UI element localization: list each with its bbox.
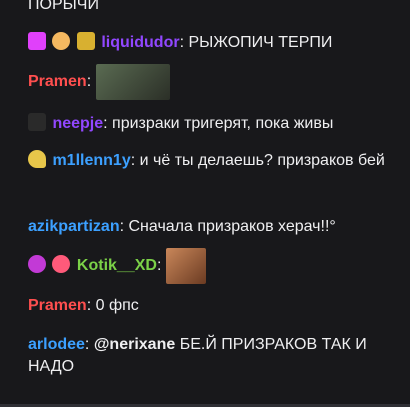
message-text: ПОРЫЧИ	[28, 0, 99, 13]
chat-message: ПОРЫЧИ	[28, 0, 402, 16]
chat-message: Pramen:	[28, 64, 402, 100]
heart-badge-icon[interactable]	[52, 255, 71, 274]
chat-message: m1llenn1y: и чё ты делаешь? призраков бе…	[28, 150, 402, 172]
gnome-badge-icon[interactable]	[52, 32, 71, 50]
crown-badge-icon[interactable]	[76, 32, 95, 50]
gift-badge-icon[interactable]	[28, 255, 46, 274]
banana-badge-icon[interactable]	[28, 150, 46, 168]
username-neepje[interactable]: neepje	[52, 115, 103, 132]
chat-panel: ПОРЫЧИ liquidudor: РЫЖОПИЧ ТЕРПИ Pramen:…	[0, 0, 410, 407]
username-m1llenn1y[interactable]: m1llenn1y	[52, 152, 130, 169]
emote-image[interactable]	[165, 248, 206, 284]
chat-message: liquidudor: РЫЖОПИЧ ТЕРПИ	[28, 32, 402, 54]
message-text: и чё ты делаешь? призраков бей	[139, 152, 385, 169]
message-text: призраки тригерят, пока живы	[112, 115, 334, 132]
username-azikpartizan[interactable]: azikpartizan	[28, 218, 120, 235]
username-arlodee[interactable]: arlodee	[28, 336, 85, 353]
mention[interactable]: @nerixane	[94, 336, 175, 353]
username-pramen[interactable]: Pramen	[28, 73, 87, 90]
chat-message: Kotik__XD:	[28, 248, 402, 284]
username-liquidudor[interactable]: liquidudor	[101, 34, 179, 51]
message-text: Сначала призраков херач!!°	[128, 218, 336, 235]
diamond-badge-icon[interactable]	[28, 32, 46, 50]
message-text: 0 фпс	[95, 297, 139, 314]
chat-message: Pramen: 0 фпс	[28, 297, 139, 314]
year-badge-icon[interactable]	[28, 113, 46, 131]
chat-message: azikpartizan: Сначала призраков херач!!°	[28, 218, 336, 235]
chat-message: neepje: призраки тригерят, пока живы	[28, 113, 402, 135]
username-pramen[interactable]: Pramen	[28, 297, 87, 314]
message-text: РЫЖОПИЧ ТЕРПИ	[188, 34, 333, 51]
chat-message: arlodee: @nerixane БЕ.Й ПРИЗРАКОВ ТАК И …	[28, 336, 367, 375]
username-kotik-xd[interactable]: Kotik__XD	[77, 257, 157, 274]
emote-image[interactable]	[95, 64, 170, 100]
